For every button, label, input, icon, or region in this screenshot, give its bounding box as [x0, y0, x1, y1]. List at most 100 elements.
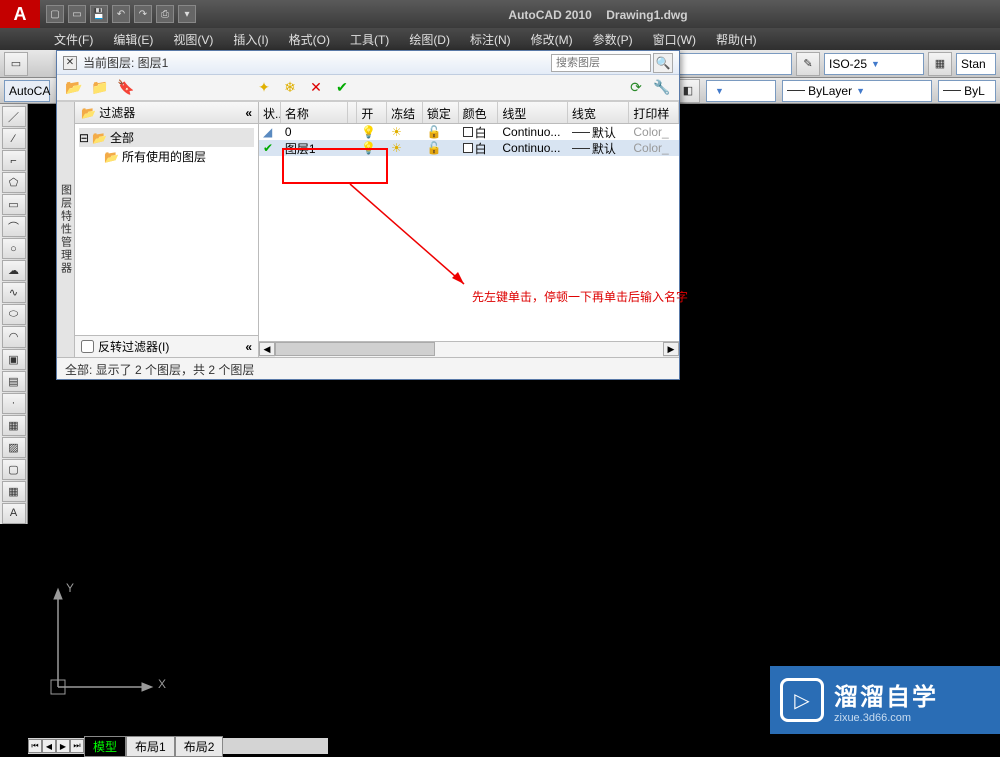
app-logo[interactable]: A	[0, 0, 40, 28]
color-swatch-icon[interactable]	[463, 143, 473, 153]
save-icon[interactable]: 💾	[90, 5, 108, 23]
scroll-thumb[interactable]	[275, 342, 435, 356]
dim-style-icon[interactable]: ✎	[796, 52, 820, 76]
dim-style-combo[interactable]: ISO-25 ▼	[824, 53, 924, 75]
polygon-tool-icon[interactable]: ⬠	[2, 172, 26, 193]
collapse-icon[interactable]: «	[245, 106, 252, 120]
toolbar-btn-1[interactable]: ▭	[4, 52, 28, 76]
dialog-titlebar[interactable]: ✕ 当前图层: 图层1 🔍	[57, 51, 679, 75]
rectangle-tool-icon[interactable]: ▭	[2, 194, 26, 215]
search-icon[interactable]: 🔍	[653, 53, 673, 73]
new-filter-icon[interactable]: 📂	[65, 79, 83, 97]
horizontal-scrollbar[interactable]: ◀ ▶	[259, 341, 679, 357]
menu-view[interactable]: 视图(V)	[163, 28, 223, 50]
bulb-icon[interactable]: 💡	[361, 141, 376, 155]
plotstyle-cell[interactable]: Color_	[629, 125, 679, 139]
menu-edit[interactable]: 编辑(E)	[103, 28, 163, 50]
lock-icon[interactable]: 🔓	[427, 141, 442, 155]
ellipse-tool-icon[interactable]: ⬭	[2, 304, 26, 325]
tree-child[interactable]: 📂 所有使用的图层	[79, 147, 254, 166]
settings-icon[interactable]: 🔧	[653, 79, 671, 97]
collapse-icon[interactable]: «	[245, 340, 252, 354]
menu-dimension[interactable]: 标注(N)	[460, 28, 521, 50]
tree-root[interactable]: ⊟📂 全部	[79, 128, 254, 147]
text-tool-icon[interactable]: A	[2, 503, 26, 524]
new-icon[interactable]: ▢	[46, 5, 64, 23]
layer-name-cell[interactable]: 图层1	[281, 140, 348, 157]
sun-icon[interactable]: ☀	[391, 141, 402, 155]
redo-icon[interactable]: ↷	[134, 5, 152, 23]
arc-tool-icon[interactable]: ⌒	[2, 216, 26, 237]
new-layer-icon[interactable]: ✦	[255, 79, 273, 97]
make-block-tool-icon[interactable]: ▤	[2, 371, 26, 392]
tab-layout1[interactable]: 布局1	[126, 736, 175, 757]
menu-window[interactable]: 窗口(W)	[643, 28, 706, 50]
lineweight-cell[interactable]: 默认	[568, 140, 630, 157]
invert-filter-checkbox[interactable]	[81, 340, 94, 353]
tab-first-icon[interactable]: ⏮	[28, 739, 42, 753]
color-combo[interactable]: ▼	[706, 80, 776, 102]
close-icon[interactable]: ✕	[63, 56, 77, 70]
color-swatch-icon[interactable]	[463, 127, 473, 137]
menu-file[interactable]: 文件(F)	[44, 28, 103, 50]
insert-block-tool-icon[interactable]: ▣	[2, 349, 26, 370]
xline-tool-icon[interactable]: ∕	[2, 128, 26, 149]
menu-help[interactable]: 帮助(H)	[706, 28, 767, 50]
layer-row[interactable]: ◢ 0 💡 ☀ 🔓 白 Continuo... 默认 Color_	[259, 124, 679, 140]
col-freeze[interactable]: 冻结	[387, 102, 423, 123]
grid-body[interactable]: ◢ 0 💡 ☀ 🔓 白 Continuo... 默认 Color_ ✔ 图层1 …	[259, 124, 679, 341]
table-style-icon[interactable]: ▦	[928, 52, 952, 76]
scroll-left-icon[interactable]: ◀	[259, 342, 275, 356]
new-group-filter-icon[interactable]: 📁	[91, 79, 109, 97]
search-input[interactable]	[551, 54, 651, 72]
new-layer-freeze-icon[interactable]: ❄	[281, 79, 299, 97]
lineweight-cell[interactable]: 默认	[568, 124, 630, 141]
linetype-cell[interactable]: Continuo...	[498, 141, 567, 155]
col-linetype[interactable]: 线型	[498, 102, 567, 123]
sun-icon[interactable]: ☀	[391, 125, 402, 139]
qat-dropdown-icon[interactable]: ▾	[178, 5, 196, 23]
tab-prev-icon[interactable]: ◀	[42, 739, 56, 753]
hatch-tool-icon[interactable]: ▦	[2, 415, 26, 436]
circle-tool-icon[interactable]: ○	[2, 238, 26, 259]
layer-row[interactable]: ✔ 图层1 💡 ☀ 🔓 白 Continuo... 默认 Color_	[259, 140, 679, 156]
col-status[interactable]: 状..	[259, 102, 281, 123]
col-on[interactable]: 开	[357, 102, 387, 123]
set-current-icon[interactable]: ✔	[333, 79, 351, 97]
tab-next-icon[interactable]: ▶	[56, 739, 70, 753]
menu-draw[interactable]: 绘图(D)	[399, 28, 460, 50]
table-style-combo[interactable]: Stan	[956, 53, 996, 75]
gradient-tool-icon[interactable]: ▨	[2, 437, 26, 458]
revcloud-tool-icon[interactable]: ☁	[2, 260, 26, 281]
delete-layer-icon[interactable]: ✕	[307, 79, 325, 97]
line-tool-icon[interactable]: ／	[2, 106, 26, 127]
spline-tool-icon[interactable]: ∿	[2, 282, 26, 303]
menu-format[interactable]: 格式(O)	[279, 28, 340, 50]
lineweight-combo[interactable]: ByL	[938, 80, 996, 102]
polyline-tool-icon[interactable]: ⌐	[2, 150, 26, 171]
doc-tab[interactable]: AutoCA	[4, 80, 50, 102]
print-icon[interactable]: ⎙	[156, 5, 174, 23]
filter-tree[interactable]: ⊟📂 全部 📂 所有使用的图层	[75, 124, 258, 335]
ellipse-arc-tool-icon[interactable]: ◠	[2, 326, 26, 347]
table-tool-icon[interactable]: ▦	[2, 481, 26, 502]
linetype-combo[interactable]: ByLayer ▼	[782, 80, 932, 102]
undo-icon[interactable]: ↶	[112, 5, 130, 23]
menu-modify[interactable]: 修改(M)	[521, 28, 583, 50]
col-color[interactable]: 颜色	[459, 102, 499, 123]
layer-name-cell[interactable]: 0	[281, 125, 348, 139]
menu-tools[interactable]: 工具(T)	[340, 28, 399, 50]
scroll-track[interactable]	[275, 342, 663, 357]
col-lineweight[interactable]: 线宽	[568, 102, 630, 123]
bulb-icon[interactable]: 💡	[361, 125, 376, 139]
tab-last-icon[interactable]: ⏭	[70, 739, 84, 753]
col-plotstyle[interactable]: 打印样	[629, 102, 679, 123]
lock-icon[interactable]: 🔓	[427, 125, 442, 139]
col-lock[interactable]: 锁定	[423, 102, 459, 123]
scroll-right-icon[interactable]: ▶	[663, 342, 679, 356]
menu-parametric[interactable]: 参数(P)	[583, 28, 643, 50]
tab-layout2[interactable]: 布局2	[175, 736, 224, 757]
linetype-cell[interactable]: Continuo...	[498, 125, 567, 139]
region-tool-icon[interactable]: ▢	[2, 459, 26, 480]
layer-states-icon[interactable]: 🔖	[117, 79, 135, 97]
